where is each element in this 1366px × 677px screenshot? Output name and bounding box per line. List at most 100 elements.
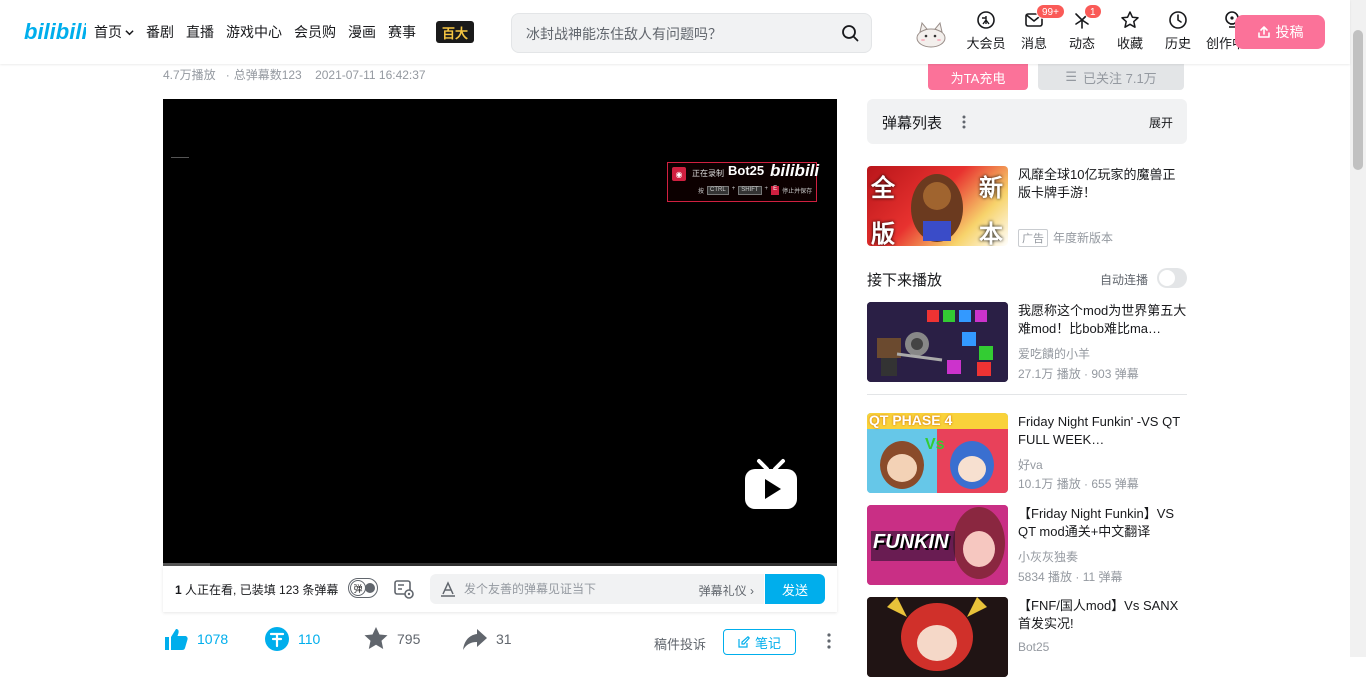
video-player[interactable]: ◉ 正在录制 Bot25 bilibili 按 CTRL + SHIFT + E… (163, 99, 837, 565)
danmaku-input[interactable] (464, 580, 674, 598)
ad-tag: 广告 (1018, 229, 1048, 247)
follow-button[interactable]: ☰ 已关注 7.1万 (1038, 64, 1184, 90)
chevron-down-icon (125, 29, 134, 35)
etiquette-label: 弹幕礼仪 (698, 584, 747, 598)
danmaku-list-title: 弹幕列表 (882, 115, 943, 132)
header-favorites[interactable]: 收藏 (1106, 8, 1154, 52)
avatar-cat-icon (916, 21, 946, 48)
ad-card[interactable]: 全 新 版 本 风靡全球10亿玩家的魔兽正版卡牌手游！ 广告 年度新版本 (867, 166, 1188, 247)
recommend-title[interactable]: 【Friday Night Funkin】VS QT mod通关+中文翻译 (1018, 505, 1188, 541)
danmaku-list-panel[interactable]: 弹幕列表 展开 (867, 99, 1187, 144)
wm-key-e: E (771, 186, 780, 195)
ad-thumb-char: 全 (871, 175, 895, 202)
danmaku-total: 总弹幕数123 (233, 68, 302, 82)
font-style-icon[interactable] (440, 581, 456, 597)
ad-subtitle: 年度新版本 (1053, 231, 1114, 245)
history-icon (1169, 11, 1187, 29)
edit-icon (738, 636, 750, 648)
share-button[interactable]: 31 (462, 626, 512, 652)
header-history[interactable]: 历史 (1154, 8, 1202, 52)
video-thumbnail: FUNKIN (867, 505, 1008, 585)
search-input[interactable] (526, 23, 826, 45)
recording-watermark: ◉ 正在录制 Bot25 bilibili 按 CTRL + SHIFT + E… (667, 161, 819, 202)
recommend-author[interactable]: 好va (1018, 456, 1043, 473)
recommend-author[interactable]: 小灰灰独奏 (1018, 548, 1078, 565)
danmaku-bar: 1 人正在看, 已装填 123 条弹幕 弹 弹幕礼仪 › 发送 (163, 566, 837, 612)
nav-home[interactable]: 首页 (94, 22, 134, 42)
play-icon[interactable] (743, 457, 799, 511)
like-button[interactable]: 1078 (163, 626, 228, 652)
messages-label: 消息 (1020, 36, 1047, 51)
danmaku-toggle[interactable]: 弹 (348, 578, 378, 598)
ad-title[interactable]: 风靡全球10亿玩家的魔兽正版卡牌手游！ (1018, 166, 1188, 202)
history-label: 历史 (1164, 36, 1191, 51)
wm-plus: + (731, 186, 736, 192)
wm-key-prefix: 按 (698, 189, 705, 195)
autoplay-label: 自动连播 (1100, 273, 1149, 287)
wm-key-shift: SHIFT (738, 186, 762, 195)
autoplay-switch[interactable] (1157, 268, 1187, 288)
svg-text:bilibili: bilibili (24, 19, 86, 44)
nav-anime[interactable]: 番剧 (146, 22, 174, 42)
page-scrollbar[interactable] (1350, 0, 1366, 657)
header-vip[interactable]: 大会员 (962, 8, 1010, 52)
watermark-status: 正在录制 (692, 169, 724, 178)
nav-esports[interactable]: 赛事 (388, 22, 416, 42)
header-messages[interactable]: 消息 99+ (1010, 4, 1065, 52)
upload-button[interactable]: 投稿 (1235, 15, 1325, 49)
ad-thumb-char: 新 (979, 175, 1003, 202)
danmaku-list-expand[interactable]: 展开 (1149, 114, 1173, 131)
recommend-title[interactable]: 【FNF/国人mod】Vs SANX首发实况! (1018, 597, 1188, 633)
recommend-author[interactable]: Bot25 (1018, 640, 1049, 654)
vip-label: 大会员 (966, 36, 1006, 51)
play-count: 4.7万播放 (163, 68, 216, 82)
thumb-title-text: QT PHASE 4 (869, 413, 953, 428)
more-vertical-icon[interactable] (821, 632, 837, 650)
recommend-card[interactable]: 【FNF/国人mod】Vs SANX首发实况! Bot25 (867, 597, 1187, 677)
thumb-title-text: FUNKIN (873, 531, 949, 553)
header-dynamic[interactable]: 动态 1 (1058, 4, 1106, 52)
main-nav: 首页 番剧 直播 游戏中心 会员购 漫画 赛事 百大 (94, 0, 474, 64)
scrollbar-thumb[interactable] (1353, 30, 1363, 170)
recommend-card[interactable]: 我愿称这个mod为世界第五大难mod！比bob难比ma… 爱吃饋的小羊 27.1… (867, 302, 1187, 382)
like-icon (165, 629, 188, 650)
bilibili-logo[interactable]: bilibili (24, 16, 86, 46)
top-header: bilibili 首页 番剧 直播 游戏中心 会员购 漫画 赛事 百大 冰封战神… (0, 0, 1350, 64)
upload-label: 投稿 (1275, 24, 1304, 40)
nav-manga[interactable]: 漫画 (348, 22, 376, 42)
publish-date: 2021-07-11 16:42:37 (315, 68, 426, 82)
recommend-stats: 5834 播放 · 11 弹幕 (1018, 570, 1123, 584)
report-link[interactable]: 稿件投诉 (654, 634, 706, 653)
video-thumbnail: Vs QT PHASE 4 (867, 413, 1008, 493)
nav-game-center[interactable]: 游戏中心 (226, 22, 282, 42)
video-toolbar: 1078 110 795 31 稿件投诉 笔记 (163, 626, 837, 657)
recommend-card[interactable]: Vs QT PHASE 4 Friday Night Funkin' -VS Q… (867, 413, 1187, 493)
autoplay-switch-knob (1159, 270, 1175, 286)
recommend-author[interactable]: 爱吃饋的小羊 (1018, 345, 1090, 362)
search-icon[interactable] (841, 24, 859, 42)
chevron-right-icon: › (750, 584, 754, 598)
favorite-button[interactable]: 795 (363, 626, 420, 652)
nav-banner-top100[interactable]: 百大 (436, 21, 474, 43)
recommend-title[interactable]: Friday Night Funkin' -VS QT FULL WEEK… (1018, 413, 1188, 449)
danmaku-settings-icon[interactable] (393, 578, 415, 600)
coin-button[interactable]: 110 (264, 626, 320, 652)
note-button[interactable]: 笔记 (723, 629, 796, 655)
nav-mall[interactable]: 会员购 (294, 22, 336, 42)
watermark-name: Bot25 (728, 163, 765, 178)
upload-icon (1257, 26, 1270, 38)
user-avatar[interactable] (913, 14, 949, 50)
recommend-title[interactable]: 我愿称这个mod为世界第五大难mod！比bob难比ma… (1018, 302, 1188, 338)
viewer-number: 1 (175, 583, 182, 597)
more-vertical-icon[interactable] (960, 113, 968, 131)
charge-button[interactable]: 为TA充电 (928, 64, 1028, 90)
recommend-card[interactable]: FUNKIN 【Friday Night Funkin】VS QT mod通关+… (867, 505, 1187, 585)
danmaku-etiquette-link[interactable]: 弹幕礼仪 › (699, 582, 754, 599)
ad-thumb-char: 版 (871, 221, 895, 246)
send-danmaku-button[interactable]: 发送 (765, 574, 825, 604)
favorites-label: 收藏 (1116, 36, 1143, 51)
recommend-stats: 10.1万 播放 · 655 弹幕 (1018, 477, 1139, 491)
nav-live[interactable]: 直播 (186, 22, 214, 42)
ad-meta: 广告 年度新版本 (1018, 229, 1113, 247)
list-icon: ☰ (1065, 69, 1077, 84)
